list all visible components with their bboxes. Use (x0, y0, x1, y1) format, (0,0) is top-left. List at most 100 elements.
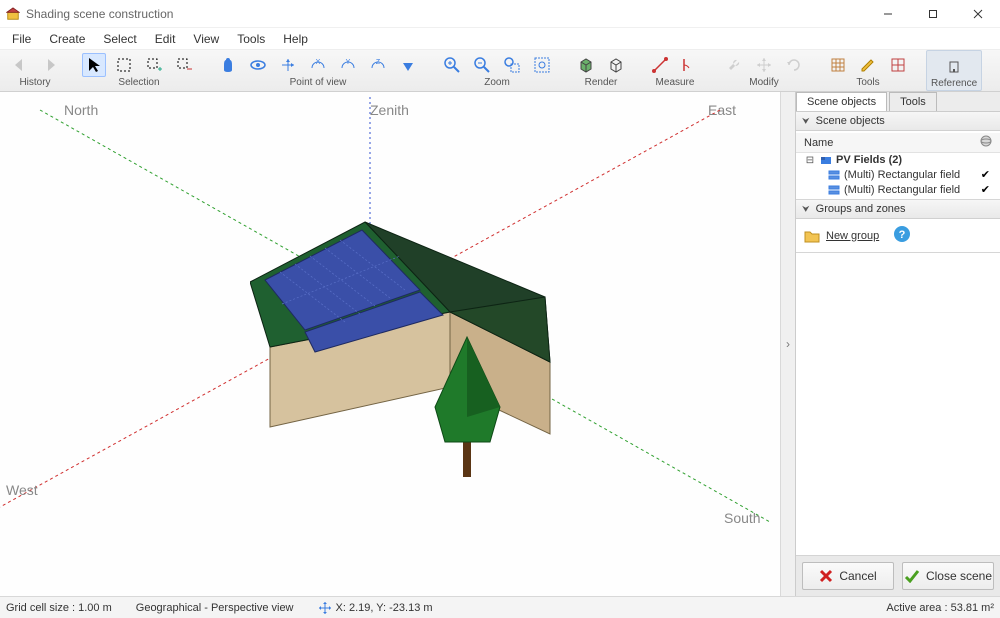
side-panel-toggle[interactable]: › (780, 92, 795, 596)
select-plus-button[interactable] (142, 53, 166, 77)
pan-button[interactable] (216, 53, 240, 77)
orbit-icon (279, 56, 297, 74)
axis-x-button[interactable]: X (306, 53, 330, 77)
pvfields-label: PV Fields (2) (836, 154, 902, 166)
building-icon (945, 57, 963, 75)
window-title: Shading scene construction (26, 7, 173, 21)
window-controls (865, 0, 1000, 28)
modify-rotate-button[interactable] (782, 53, 806, 77)
zoom-rect-icon (503, 56, 521, 74)
reference-button[interactable] (942, 54, 966, 78)
toolbar-group-zoom: Zoom (436, 50, 558, 91)
panel-section-scene-objects: ⮟ Scene objects Name ⊟ PV Fiel (796, 112, 1000, 200)
axis-x-icon: X (309, 56, 327, 74)
chevron-right-icon: › (786, 337, 790, 351)
close-scene-button[interactable]: Close scene (902, 562, 994, 590)
menu-view[interactable]: View (185, 30, 227, 48)
app-icon (6, 7, 20, 21)
toolbar-group-history: History (4, 50, 66, 91)
pointer-icon (85, 56, 103, 74)
render-wire-button[interactable] (604, 53, 628, 77)
axis-y-button[interactable]: Y (336, 53, 360, 77)
toolbar-group-measure: Measure (644, 50, 706, 91)
checkmark-icon[interactable]: ✔ (981, 183, 996, 196)
axis-label-north: North (64, 102, 98, 118)
grid-icon (829, 56, 847, 74)
minimize-button[interactable] (865, 0, 910, 28)
partition-button[interactable] (886, 53, 910, 77)
folder-icon (804, 229, 820, 243)
undo-button[interactable] (8, 53, 32, 77)
zoom-fit-button[interactable] (530, 53, 554, 77)
collapse-icon[interactable]: ⮟ (802, 116, 810, 127)
measure-distance-button[interactable] (648, 53, 672, 77)
render-shaded-button[interactable] (574, 53, 598, 77)
toolbar-group-pov: X Y Z Point of view (212, 50, 424, 91)
select-rect-button[interactable] (112, 53, 136, 77)
tree-row-child[interactable]: (Multi) Rectangular field ✔ (796, 167, 1000, 182)
scene-objects-header: Scene objects (816, 115, 885, 127)
groups-help-button[interactable]: ? (893, 225, 911, 246)
status-active-area: Active area : 53.81 m² (886, 602, 994, 614)
viewport-3d[interactable]: North Zenith East West South (0, 92, 780, 596)
zoom-out-button[interactable] (470, 53, 494, 77)
table-button[interactable] (826, 53, 850, 77)
side-tabs: Scene objects Tools (796, 92, 1000, 112)
history-group-label: History (19, 77, 50, 88)
pointer-button[interactable] (82, 53, 106, 77)
tree-collapse-icon[interactable]: ⊟ (804, 154, 816, 166)
pencil-button[interactable] (856, 53, 880, 77)
down-arrow-icon (399, 56, 417, 74)
checkmark-icon[interactable]: ✔ (981, 168, 996, 181)
top-view-button[interactable] (396, 53, 420, 77)
scene-3d-render (250, 182, 580, 492)
collapse-icon[interactable]: ⮟ (802, 204, 810, 215)
select-minus-button[interactable] (172, 53, 196, 77)
menu-help[interactable]: Help (275, 30, 316, 48)
maximize-button[interactable] (910, 0, 955, 28)
status-coordinates: X: 2.19, Y: -23.13 m (336, 602, 433, 614)
zoom-in-button[interactable] (440, 53, 464, 77)
axis-z-button[interactable]: Z (366, 53, 390, 77)
axis-y-icon: Y (339, 56, 357, 74)
tree-row-root[interactable]: ⊟ PV Fields (2) (796, 153, 1000, 167)
modify-position-button[interactable] (752, 53, 776, 77)
selection-group-label: Selection (118, 77, 159, 88)
tree-row-child[interactable]: (Multi) Rectangular field ✔ (796, 182, 1000, 197)
cancel-button[interactable]: Cancel (802, 562, 894, 590)
crosshair-icon (318, 601, 332, 615)
globe-icon[interactable] (980, 135, 992, 150)
svg-text:X: X (316, 59, 321, 66)
toolbar-group-modify: Modify (718, 50, 810, 91)
tab-tools[interactable]: Tools (889, 92, 937, 111)
arrow-left-icon (11, 56, 29, 74)
eye-icon (249, 56, 267, 74)
orbit-button[interactable] (276, 53, 300, 77)
side-panel: Scene objects Tools ⮟ Scene objects Name… (795, 92, 1000, 596)
measure-angle-button[interactable] (678, 53, 702, 77)
cube-shaded-icon (577, 56, 595, 74)
panel-buttons: Cancel Close scene (796, 555, 1000, 596)
observer-button[interactable] (246, 53, 270, 77)
zoom-in-icon (443, 56, 461, 74)
menu-edit[interactable]: Edit (147, 30, 184, 48)
zoom-window-button[interactable] (500, 53, 524, 77)
groups-zones-header: Groups and zones (816, 203, 906, 215)
green-check-icon (904, 569, 920, 583)
menu-tools[interactable]: Tools (229, 30, 273, 48)
hand-icon (219, 56, 237, 74)
status-bar: Grid cell size : 1.00 m Geographical - P… (0, 596, 1000, 618)
close-scene-label: Close scene (926, 569, 992, 583)
menu-select[interactable]: Select (95, 30, 144, 48)
partition-icon (889, 56, 907, 74)
close-button[interactable] (955, 0, 1000, 28)
wrench-icon (725, 56, 743, 74)
zoom-out-icon (473, 56, 491, 74)
menu-create[interactable]: Create (41, 30, 93, 48)
redo-button[interactable] (38, 53, 62, 77)
modify-wrench-button[interactable] (722, 53, 746, 77)
tab-scene-objects[interactable]: Scene objects (796, 92, 887, 111)
name-column-header: Name (804, 137, 833, 149)
new-group-button[interactable]: New group (804, 229, 879, 243)
menu-file[interactable]: File (4, 30, 39, 48)
